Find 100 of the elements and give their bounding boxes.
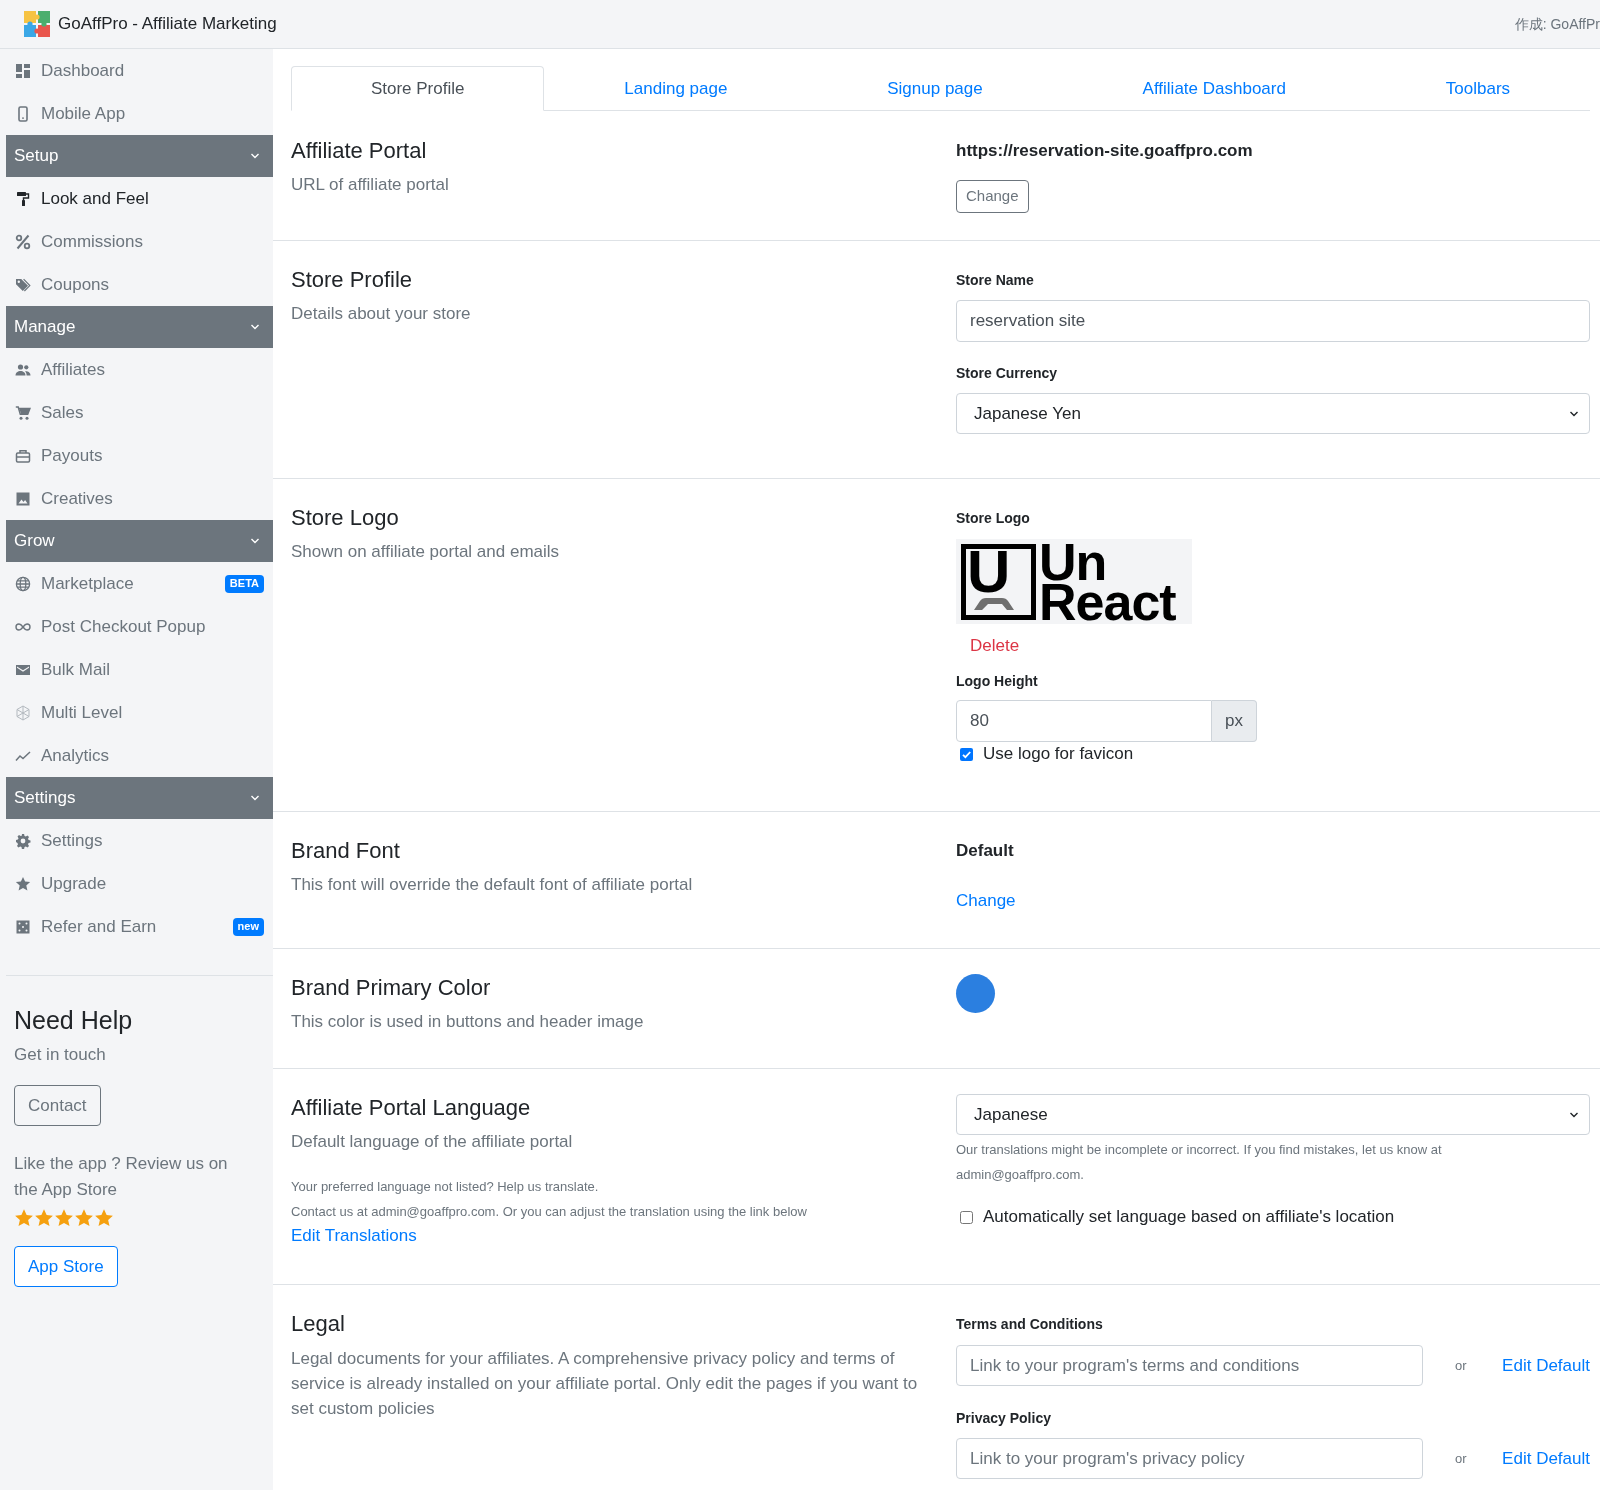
chevron-down-icon [250, 536, 260, 546]
section-description: Default language of the affiliate portal [291, 1131, 574, 1153]
section-description: URL of affiliate portal [291, 174, 450, 196]
paint-roller-icon [15, 190, 31, 207]
tab[interactable]: Landing page [544, 66, 808, 111]
tab[interactable]: Signup page [807, 66, 1063, 111]
section-title: Brand Font [291, 837, 401, 865]
sidebar-item[interactable]: Multi Level [6, 691, 273, 734]
section-title: Affiliate Portal [291, 137, 428, 165]
sidebar-item[interactable]: Upgrade [6, 862, 273, 905]
star-icon [54, 1208, 74, 1228]
color-swatch-icon[interactable] [956, 974, 995, 1013]
logo-word: Un [1039, 541, 1107, 582]
item-badge: new [232, 917, 264, 936]
currency-select[interactable]: Japanese Yen [956, 393, 1590, 434]
star-icon [94, 1208, 114, 1228]
section-toggle[interactable]: Setup [6, 135, 273, 177]
star-icon [14, 1208, 34, 1228]
sidebar-item[interactable]: Settings [6, 819, 273, 862]
field-label: Privacy Policy [956, 1409, 1052, 1428]
language-select[interactable]: Japanese [956, 1094, 1590, 1135]
chevron-down-icon [250, 793, 260, 803]
briefcase-icon [15, 447, 31, 464]
app-store-button[interactable]: App Store [14, 1246, 118, 1287]
sidebar-item[interactable]: Marketplace BETA [6, 562, 273, 605]
edit-default-link[interactable]: Edit Default [1502, 1445, 1590, 1472]
section-description: Details about your store [291, 303, 472, 325]
checkbox-label: Automatically set language based on affiliate's location [983, 1206, 1395, 1229]
chevron-down-icon [250, 322, 260, 332]
sidebar-item[interactable]: Mobile App [6, 92, 273, 135]
dice-icon [15, 918, 31, 935]
star-icon [74, 1208, 94, 1228]
section-description: This font will override the default font of affiliate portal [291, 874, 694, 896]
field-label: Terms and Conditions [956, 1315, 1104, 1334]
checkbox-label: Use logo for favicon [983, 743, 1134, 766]
field-label: Store Name [956, 271, 1035, 290]
puzzle-icon [23, 10, 51, 38]
help-text: Contact us at admin@goaffpro.com. Or you can adjust the translation using the link below [291, 1203, 808, 1221]
logo-letter: U [967, 548, 1011, 595]
tab[interactable]: Toolbars [1365, 66, 1590, 111]
sidebar-item[interactable]: Commissions [6, 220, 273, 263]
section-title: Brand Primary Color [291, 974, 492, 1002]
section-title: Legal [291, 1310, 346, 1338]
contact-button[interactable]: Contact [14, 1085, 101, 1126]
sidebar-item[interactable]: Analytics [6, 734, 273, 777]
sidebar-item[interactable]: Affiliates [6, 348, 273, 391]
percent-icon [15, 233, 31, 250]
sidebar-item[interactable]: Dashboard [6, 49, 273, 92]
store-name-input[interactable]: reservation site [956, 300, 1590, 342]
app-title: GoAffPro - Affiliate Marketing [58, 13, 277, 36]
sidebar-item[interactable]: Refer and Earn new [6, 905, 273, 948]
change-button[interactable]: Change [956, 180, 1029, 213]
edit-default-link[interactable]: Edit Default [1502, 1352, 1590, 1379]
field-label: Store Logo [956, 509, 1031, 528]
or-label: or [1455, 1356, 1467, 1375]
section-title: Store Logo [291, 504, 400, 532]
sidebar-item[interactable]: Payouts [6, 434, 273, 477]
item-badge: BETA [224, 574, 264, 593]
help-subtitle: Get in touch [14, 1044, 106, 1066]
translation-note: Our translations might be incomplete or incorrect. If you find mistakes, let us know at admin@goaffpro.com. [956, 1141, 1443, 1184]
globe-icon [15, 575, 31, 592]
review-prompt: Like the app ? Review us on the App Store [14, 1153, 229, 1201]
checkbox[interactable] [960, 747, 973, 761]
portal-url: https://reservation-site.goaffpro.com [956, 140, 1254, 162]
tab[interactable]: Affiliate Dashboard [1062, 66, 1366, 111]
delete-link[interactable]: Delete [970, 636, 1020, 655]
link-input[interactable]: Link to your program's privacy policy [956, 1438, 1423, 1479]
change-link[interactable]: Change [956, 891, 1016, 910]
section-toggle[interactable]: Manage [6, 306, 273, 348]
logo-height-input[interactable]: 80 [956, 700, 1212, 742]
checkbox[interactable] [960, 1210, 973, 1224]
grid-icon [15, 62, 31, 79]
swoosh-icon [974, 597, 1014, 610]
phone-icon [15, 105, 31, 122]
section-toggle[interactable]: Settings [6, 777, 273, 819]
sidebar-item[interactable]: Look and Feel [6, 177, 273, 220]
sidebar-item[interactable]: Post Checkout Popup [6, 605, 273, 648]
sidebar-item[interactable]: Sales [6, 391, 273, 434]
star-icon [15, 875, 31, 892]
section-toggle[interactable]: Grow [6, 520, 273, 562]
section-description: Legal documents for your affiliates. A comprehensive privacy policy and terms of service is already installed on your affiliate portal. Only edit the pages if you want to set custom policies [291, 1348, 919, 1420]
image-icon [15, 490, 31, 507]
edit-translations-link[interactable]: Edit Translations [291, 1226, 417, 1245]
logo-word: React [1039, 581, 1176, 622]
section-title: Store Profile [291, 266, 414, 294]
field-label: Store Currency [956, 364, 1059, 383]
help-text: Your preferred language not listed? Help us translate. [291, 1178, 600, 1196]
sidebar-item[interactable]: Creatives [6, 477, 273, 520]
star-icon [34, 1208, 54, 1228]
cart-icon [15, 404, 31, 421]
settings-icon [15, 832, 31, 849]
section-title: Affiliate Portal Language [291, 1094, 532, 1122]
sidebar-item[interactable]: Bulk Mail [6, 648, 273, 691]
sidebar-item[interactable]: Coupons [6, 263, 273, 306]
help-title: Need Help [14, 1005, 133, 1036]
tab[interactable]: Store Profile [291, 66, 545, 111]
section-description: Shown on affiliate portal and emails [291, 541, 561, 563]
tags-icon [15, 276, 31, 293]
font-name: Default [956, 840, 1015, 862]
link-input[interactable]: Link to your program's terms and conditions [956, 1345, 1423, 1386]
